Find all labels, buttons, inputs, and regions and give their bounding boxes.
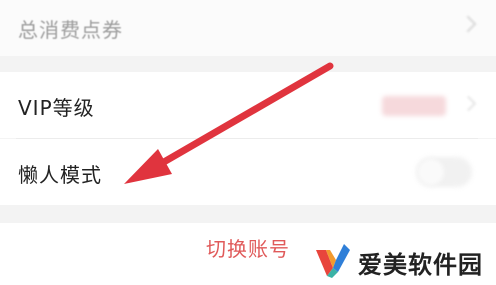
setting-row-vip-level[interactable]: VIP等级 <box>0 72 496 138</box>
watermark: 爱美软件园 <box>314 241 492 279</box>
section-separator <box>0 56 496 72</box>
total-points-label: 总消费点券 <box>18 18 123 42</box>
chevron-right-icon <box>460 95 477 112</box>
watermark-text: 爱美软件园 <box>358 251 483 279</box>
vip-level-label: VIP等级 <box>18 96 95 120</box>
vip-level-badge <box>382 96 446 116</box>
setting-row-total-points[interactable]: 总消费点券 <box>0 0 496 56</box>
aimei-logo-icon <box>316 244 350 278</box>
section-separator <box>0 205 496 223</box>
setting-row-lazy-mode: 懒人模式 <box>0 139 496 205</box>
lazy-mode-label: 懒人模式 <box>18 163 102 187</box>
lazy-mode-toggle-knob <box>418 159 444 185</box>
chevron-right-icon <box>459 15 477 33</box>
